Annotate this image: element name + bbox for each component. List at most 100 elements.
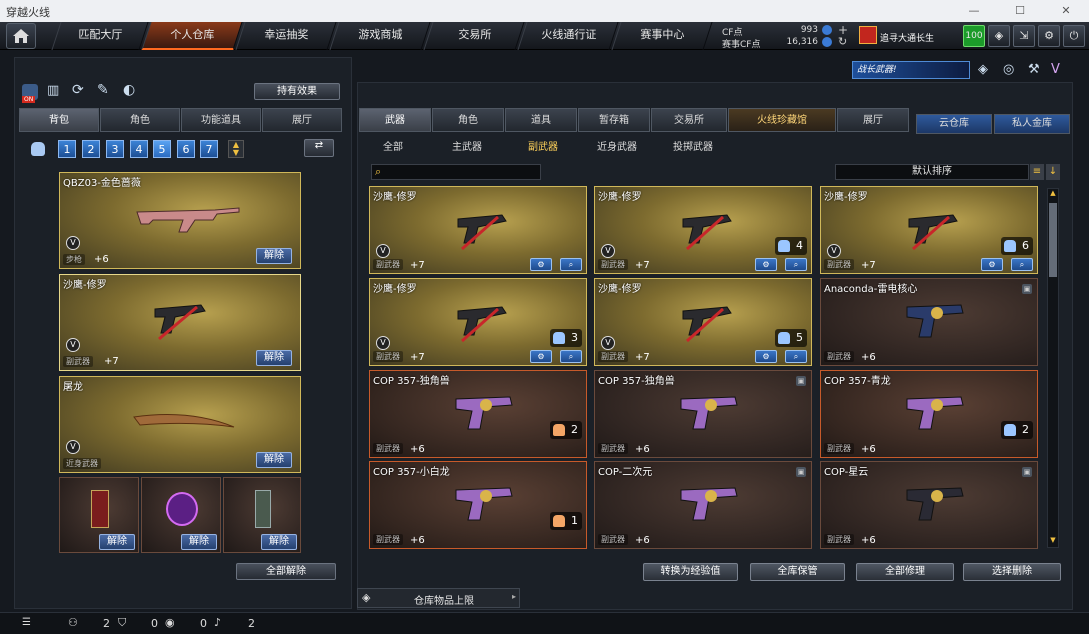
tab-showroom[interactable]: 展厅	[262, 108, 342, 132]
weapon-card[interactable]: COP-二次元 副武器 +6 ▣	[594, 461, 812, 549]
speaker-icon[interactable]: ♪	[214, 616, 221, 629]
slot-4[interactable]: 4	[130, 140, 148, 158]
tab-exchange[interactable]: 交易所	[651, 108, 727, 132]
store-all-button[interactable]: 全库保管	[750, 563, 845, 581]
weapon-card[interactable]: 沙鹰-修罗 V 副武器 +7 ⚙ ⌕ 4	[594, 186, 812, 274]
power-icon[interactable]: ⏻	[1063, 25, 1085, 47]
nav-tab-exchange[interactable]: 交易所	[423, 22, 525, 50]
tab-character[interactable]: 角色	[100, 108, 180, 132]
paint-icon[interactable]: ✎	[97, 82, 109, 98]
v-shield-icon[interactable]: ◈	[978, 62, 988, 77]
unequip-button[interactable]: 解除	[256, 350, 292, 366]
subtab-melee[interactable]: 近身武器	[597, 138, 637, 156]
repair-all-button[interactable]: 全部修理	[856, 563, 954, 581]
chat-icon[interactable]: ◉	[165, 616, 175, 629]
gear-icon[interactable]: ⚙	[1038, 25, 1060, 47]
upgrade-icon[interactable]: ⚙	[755, 258, 777, 271]
weapon-card[interactable]: 沙鹰-修罗 V 副武器 +7 ⚙ ⌕ 6	[820, 186, 1038, 274]
slot-scroll-icon[interactable]: ▲ ▼	[228, 140, 244, 158]
weapon-card[interactable]: COP 357-青龙 副武器 +6 2	[820, 370, 1038, 458]
weapon-card[interactable]: 沙鹰-修罗 V 副武器 +7 ⚙ ⌕	[369, 186, 587, 274]
tab-temp-box[interactable]: 暂存箱	[578, 108, 650, 132]
stats-icon[interactable]: ▥	[47, 83, 59, 98]
nav-tab-events[interactable]: 赛事中心	[611, 22, 713, 50]
nav-tab-battle-pass[interactable]: 火线通行证	[517, 22, 619, 50]
tab-backpack[interactable]: 背包	[19, 108, 99, 132]
tab-weapons[interactable]: 武器	[359, 108, 431, 132]
slot-2[interactable]: 2	[82, 140, 100, 158]
search-box[interactable]: ⌕	[371, 164, 541, 180]
search-input[interactable]	[388, 166, 538, 178]
refresh-icon[interactable]: ↻	[838, 35, 847, 48]
tab-private-vault[interactable]: 私人金库	[994, 114, 1070, 134]
subtab-secondary[interactable]: 副武器	[528, 138, 558, 156]
subtab-throwable[interactable]: 投掷武器	[673, 138, 713, 156]
vip-icon[interactable]: V	[1051, 62, 1060, 77]
sort-arrow-icon[interactable]: ↓	[1046, 164, 1060, 180]
swap-icon[interactable]: ⇄	[304, 139, 334, 157]
tab-collection[interactable]: 火线珍藏馆	[728, 108, 836, 132]
equipped-card-primary[interactable]: QBZ03-金色蔷薇 V 步枪 +6 解除	[59, 172, 301, 269]
close-window-button[interactable]: ✕	[1043, 0, 1089, 22]
shield-icon[interactable]: ◈	[988, 25, 1010, 47]
growth-weapon-banner[interactable]: 战长武器!	[852, 61, 970, 79]
magnify-icon[interactable]: ⌕	[560, 350, 582, 363]
throwable-slot-1[interactable]: 解除	[59, 477, 139, 553]
nav-tab-lucky-draw[interactable]: 幸运抽奖	[235, 22, 337, 50]
weapon-card[interactable]: COP 357-独角兽 副武器 +6 ▣	[594, 370, 812, 458]
tab-cloud-storage[interactable]: 云仓库	[916, 114, 992, 134]
scrollbar-thumb[interactable]	[1049, 203, 1057, 277]
home-button[interactable]	[6, 23, 36, 49]
equipped-card-melee[interactable]: 屠龙 V 近身武器 解除	[59, 376, 301, 473]
magnify-icon[interactable]: ⌕	[785, 258, 807, 271]
slot-3[interactable]: 3	[106, 140, 124, 158]
throwable-slot-3[interactable]: 解除	[223, 477, 301, 553]
unequip-button[interactable]: 解除	[99, 534, 135, 550]
slot-1[interactable]: 1	[58, 140, 76, 158]
menu-icon[interactable]: ☰	[22, 617, 31, 628]
weapon-card[interactable]: COP 357-小白龙 副武器 +6 1	[369, 461, 587, 549]
magnify-icon[interactable]: ⌕	[560, 258, 582, 271]
nav-tab-game-store[interactable]: 游戏商城	[329, 22, 431, 50]
weapon-card[interactable]: COP 357-独角兽 副武器 +6 2	[369, 370, 587, 458]
weapon-card[interactable]: 沙鹰-修罗 V 副武器 +7 ⚙ ⌕ 5	[594, 278, 812, 366]
upgrade-icon[interactable]: ⚙	[755, 350, 777, 363]
slot-5[interactable]: 5	[153, 140, 171, 158]
slot-7[interactable]: 7	[200, 140, 218, 158]
sync-icon[interactable]: ⟳	[72, 82, 84, 98]
throwable-slot-2[interactable]: 解除	[141, 477, 221, 553]
exit-room-icon[interactable]: ⇲	[1013, 25, 1035, 47]
equipped-card-secondary[interactable]: 沙鹰-修罗 V 副武器 +7 解除	[59, 274, 301, 371]
convert-exp-button[interactable]: 转换为经验值	[643, 563, 738, 581]
tab-showroom[interactable]: 展厅	[837, 108, 909, 132]
subtab-all[interactable]: 全部	[383, 138, 403, 156]
sort-dropdown[interactable]: 默认排序	[835, 164, 1029, 180]
maximize-button[interactable]: ☐	[997, 0, 1043, 22]
scroll-up-icon[interactable]: ▲	[1048, 189, 1058, 199]
nav-tab-personal-storage[interactable]: 个人仓库	[141, 22, 243, 50]
target-icon[interactable]: ◎	[1003, 62, 1014, 77]
tab-items[interactable]: 道具	[505, 108, 577, 132]
select-delete-button[interactable]: 选择删除	[963, 563, 1061, 581]
magnify-icon[interactable]: ⌕	[1011, 258, 1033, 271]
tab-characters[interactable]: 角色	[432, 108, 504, 132]
nav-tab-match-hall[interactable]: 匹配大厅	[51, 22, 149, 50]
mouse-icon[interactable]: ◐	[123, 82, 135, 98]
capacity-bar[interactable]: ◈ 仓库物品上限 ▸	[357, 588, 520, 608]
level-badge[interactable]: 100	[963, 25, 985, 47]
upgrade-icon[interactable]: ⚙	[530, 350, 552, 363]
release-all-button[interactable]: 全部解除	[236, 563, 336, 580]
effects-button[interactable]: 持有效果	[254, 83, 340, 100]
subtab-primary[interactable]: 主武器	[452, 138, 482, 156]
unequip-button[interactable]: 解除	[261, 534, 297, 550]
upgrade-icon[interactable]: ⚙	[981, 258, 1003, 271]
unequip-button[interactable]: 解除	[181, 534, 217, 550]
tab-function-items[interactable]: 功能道具	[181, 108, 261, 132]
weapon-card[interactable]: COP-星云 副武器 +6 ▣	[820, 461, 1038, 549]
unequip-button[interactable]: 解除	[256, 248, 292, 264]
weapon-card[interactable]: 沙鹰-修罗 V 副武器 +7 ⚙ ⌕ 3	[369, 278, 587, 366]
unequip-button[interactable]: 解除	[256, 452, 292, 468]
minimize-button[interactable]: —	[951, 0, 997, 22]
scroll-down-icon[interactable]: ▼	[1048, 536, 1058, 546]
list-icon[interactable]: ≡	[1030, 164, 1044, 180]
